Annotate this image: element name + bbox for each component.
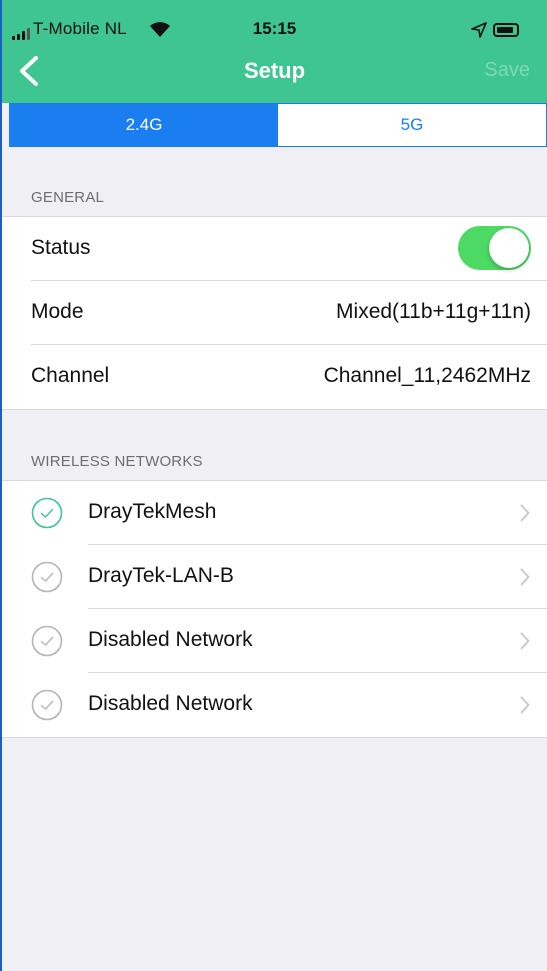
wireless-networks-section-header: WIRELESS NETWORKS [31, 453, 203, 470]
tab-2-4g[interactable]: 2.4G [10, 104, 278, 146]
general-section-header: GENERAL [31, 189, 105, 206]
mode-label: Mode [31, 300, 84, 323]
toggle-knob [489, 228, 529, 268]
chevron-right-icon [520, 568, 530, 586]
channel-value: Channel_11,2462MHz [323, 364, 531, 387]
check-circle-icon [31, 689, 63, 721]
chevron-right-icon [520, 696, 530, 714]
network-name: DrayTekMesh [88, 500, 217, 523]
save-button[interactable]: Save [484, 59, 530, 82]
network-row-draytekmesh[interactable]: DrayTekMesh [2, 481, 547, 545]
chevron-right-icon [520, 632, 530, 650]
status-time: 15:15 [252, 19, 297, 38]
location-arrow-icon [471, 22, 487, 38]
network-row-disabled-1[interactable]: Disabled Network [2, 609, 547, 673]
channel-label: Channel [31, 364, 110, 387]
network-row-draytek-lan-b[interactable]: DrayTek-LAN-B [2, 545, 547, 609]
wireless-networks-group: DrayTekMesh DrayTek-LAN-B Disabled Netwo… [2, 480, 547, 738]
network-name: Disabled Network [88, 692, 253, 715]
network-name: DrayTek-LAN-B [88, 564, 234, 587]
network-name: Disabled Network [88, 628, 253, 651]
check-circle-icon [31, 625, 63, 657]
tab-5g[interactable]: 5G [278, 104, 546, 146]
check-circle-icon [31, 497, 63, 529]
battery-icon [493, 23, 519, 37]
general-settings-group: Status Mode Mixed(11b+11g+11n) Channel C… [2, 216, 547, 410]
mode-row[interactable]: Mode Mixed(11b+11g+11n) [2, 281, 547, 345]
page-title: Setup [243, 58, 306, 83]
status-bar: T-Mobile NL 15:15 [2, 0, 547, 44]
band-segmented-control: 2.4G 5G [9, 103, 547, 147]
status-row: Status [2, 217, 547, 281]
network-row-disabled-2[interactable]: Disabled Network [2, 673, 547, 737]
status-toggle[interactable] [458, 226, 531, 270]
check-circle-icon [31, 561, 63, 593]
app-header: T-Mobile NL 15:15 Setup Save [2, 0, 547, 103]
status-label: Status [31, 236, 91, 259]
mode-value: Mixed(11b+11g+11n) [336, 300, 531, 323]
app-screen: T-Mobile NL 15:15 Setup Save 2.4G 5G GEN… [0, 0, 547, 971]
channel-row[interactable]: Channel Channel_11,2462MHz [2, 345, 547, 409]
chevron-right-icon [520, 504, 530, 522]
navigation-bar: Setup Save [2, 44, 547, 103]
